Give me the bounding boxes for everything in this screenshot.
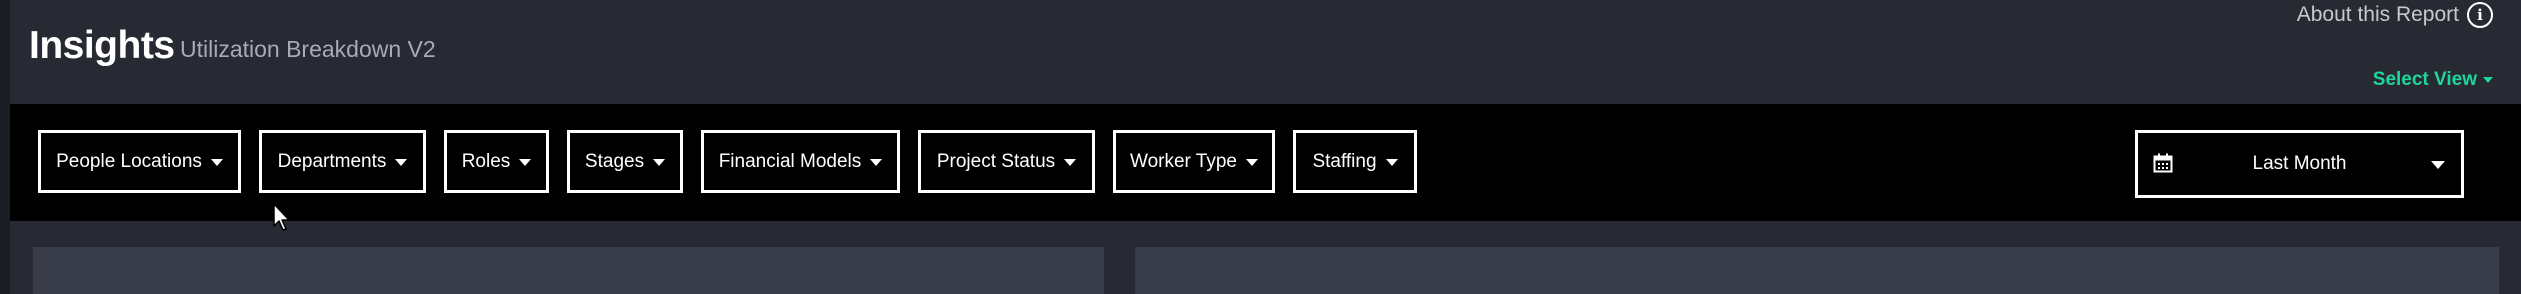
select-view-label: Select View bbox=[2372, 69, 2477, 90]
caret-down-icon bbox=[519, 159, 532, 166]
caret-down-icon bbox=[210, 159, 223, 166]
caret-down-icon bbox=[2483, 77, 2493, 83]
filter-stages[interactable]: Stages bbox=[567, 130, 683, 193]
filter-roles[interactable]: Roles bbox=[444, 130, 549, 193]
info-icon: i bbox=[2467, 2, 2493, 28]
filter-departments[interactable]: Departments bbox=[259, 130, 426, 193]
filter-label: Stages bbox=[584, 150, 645, 172]
caret-down-icon bbox=[1246, 159, 1258, 166]
filter-label: Departments bbox=[277, 150, 387, 172]
filter-financial-models[interactable]: Financial Models bbox=[701, 130, 900, 193]
insights-page: Insights Utilization Breakdown V2 About … bbox=[0, 0, 2521, 294]
filter-people-locations[interactable]: People Locations bbox=[38, 130, 241, 193]
about-report-link[interactable]: About this Report i bbox=[2297, 2, 2493, 28]
report-subtitle: Utilization Breakdown V2 bbox=[180, 36, 436, 62]
page-title: Insights bbox=[29, 24, 175, 67]
left-edge bbox=[0, 0, 10, 294]
filter-staffing[interactable]: Staffing bbox=[1293, 130, 1417, 193]
filter-label: Staffing bbox=[1312, 150, 1377, 172]
select-view-dropdown[interactable]: Select View bbox=[2373, 69, 2493, 91]
caret-down-icon bbox=[1385, 159, 1398, 166]
filter-label: Financial Models bbox=[718, 150, 862, 172]
filter-label: People Locations bbox=[56, 150, 202, 172]
caret-down-icon bbox=[1064, 159, 1077, 166]
about-report-label: About this Report bbox=[2296, 3, 2459, 26]
filter-project-status[interactable]: Project Status bbox=[918, 130, 1095, 193]
filter-label: Roles bbox=[461, 150, 511, 172]
date-range-select[interactable]: Last Month bbox=[2135, 130, 2464, 198]
caret-down-icon bbox=[653, 159, 666, 166]
report-panel-right bbox=[1135, 247, 2499, 294]
caret-down-icon bbox=[870, 159, 883, 166]
filter-label: Worker Type bbox=[1129, 150, 1237, 172]
filter-label: Project Status bbox=[936, 150, 1056, 172]
report-panel-left bbox=[33, 247, 1104, 294]
caret-down-icon bbox=[395, 159, 408, 166]
report-header: Insights Utilization Breakdown V2 About … bbox=[10, 0, 2521, 104]
filter-worker-type[interactable]: Worker Type bbox=[1113, 130, 1275, 193]
filter-bar: People Locations Departments Roles Stage… bbox=[10, 104, 2521, 221]
date-range-label: Last Month bbox=[2252, 153, 2347, 174]
caret-down-icon bbox=[2431, 161, 2445, 169]
mouse-pointer-icon bbox=[273, 203, 290, 231]
